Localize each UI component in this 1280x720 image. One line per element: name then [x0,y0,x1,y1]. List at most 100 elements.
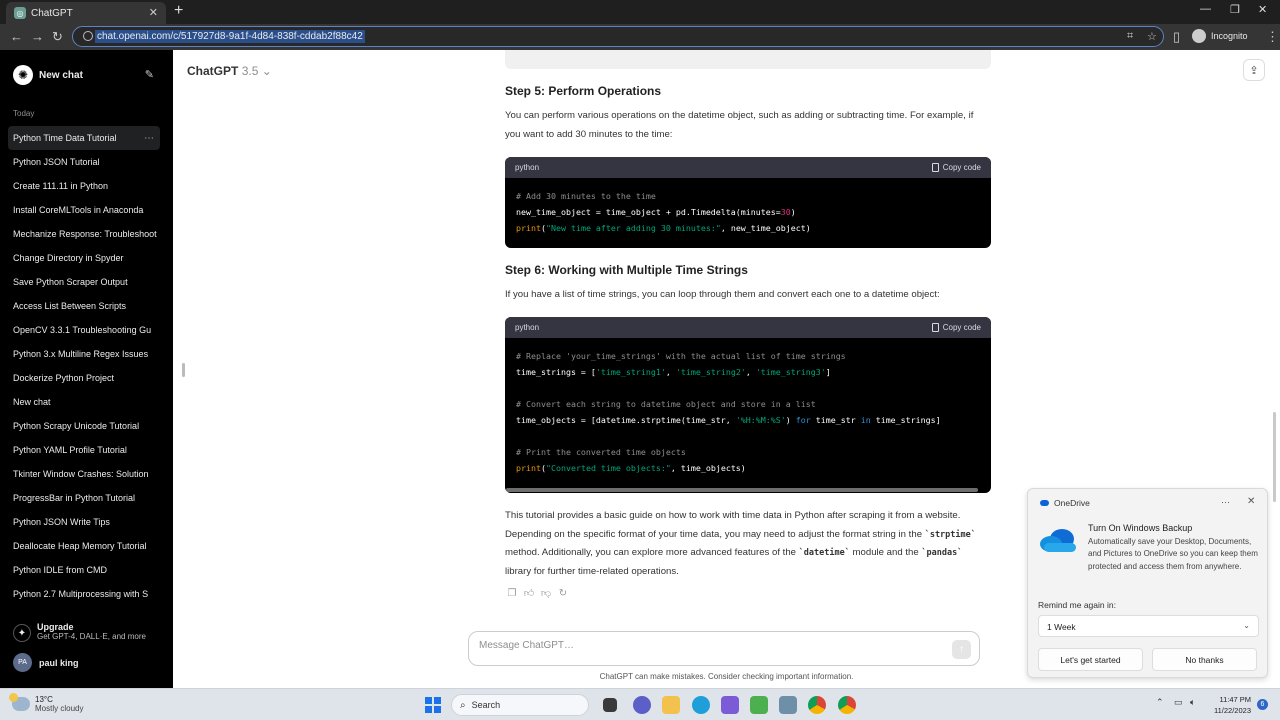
start-button[interactable] [425,697,441,713]
history-item[interactable]: ProgressBar in Python Tutorial [8,486,160,510]
upgrade-title: Upgrade [37,622,74,632]
sidebar-toggle-handle[interactable] [182,363,185,377]
thumbs-up-icon[interactable]: 👍︎ [524,588,534,599]
history-item[interactable]: Deallocate Heap Memory Tutorial [8,534,160,558]
history-item[interactable]: Python JSON Tutorial [8,150,160,174]
address-bar[interactable]: chat.openai.com/c/517927d8-9a1f-4d84-838… [72,26,1164,47]
previous-code-block-end [505,50,991,69]
back-icon[interactable]: ← [10,29,23,44]
url-text[interactable]: chat.openai.com/c/517927d8-9a1f-4d84-838… [95,30,365,43]
regenerate-icon[interactable]: ↻ [558,588,568,599]
new-tab-icon[interactable]: + [174,2,183,20]
step5-text: You can perform various operations on th… [505,110,974,140]
task-view-icon[interactable] [603,698,617,712]
site-info-icon[interactable] [83,31,93,41]
chat-app-icon[interactable] [633,696,651,714]
windows-taskbar: 13°C Mostly cloudy ⌕ Search ⌃ ▭ 🔈︎ 11:47 … [0,688,1280,720]
photos-icon[interactable] [779,696,797,714]
send-button[interactable]: ↑ [952,640,971,659]
file-explorer-icon[interactable] [662,696,680,714]
chrome-icon[interactable] [808,696,826,714]
clock-date: 11/22/2023 [1214,706,1251,715]
history-item[interactable]: Access List Between Scripts [8,294,160,318]
step6-heading: Step 6: Working with Multiple Time Strin… [505,263,748,277]
notification-badge[interactable]: 6 [1257,699,1268,710]
close-tab-icon[interactable]: ✕ [149,6,158,19]
share-button[interactable]: ⇪ [1243,59,1265,81]
incognito-badge[interactable]: Incognito [1192,29,1248,43]
history-item[interactable]: Python YAML Profile Tutorial [8,438,160,462]
history-item[interactable]: Install CoreMLTools in Anaconda [8,198,160,222]
message-input[interactable] [479,640,939,651]
minimize-icon[interactable]: — [1200,3,1211,15]
arrow-up-icon: ↑ [959,644,964,655]
copy-code-button[interactable]: Copy code [931,163,981,172]
close-window-icon[interactable]: ✕ [1258,3,1267,16]
incognito-label: Incognito [1211,31,1248,41]
network-icon[interactable]: ▭ [1174,697,1183,708]
history-item[interactable]: Python 2.7 Multiprocessing with S [8,582,160,606]
history-item[interactable]: Python JSON Write Tips [8,510,160,534]
browser-tab[interactable]: ◎ ChatGPT ✕ [6,2,166,24]
onedrive-notification: OneDrive ⋯ ✕ Turn On Windows Backup Auto… [1027,488,1268,678]
history-item[interactable]: Python IDLE from CMD [8,558,160,582]
openai-logo-icon: ✺ [13,65,33,85]
onedrive-small-icon [1040,500,1049,506]
upgrade-subtitle: Get GPT-4, DALL·E, and more [37,632,146,641]
side-panel-icon[interactable]: ▯ [1173,29,1180,45]
taskbar-search[interactable]: ⌕ Search [451,694,589,716]
history-item[interactable]: Python Time Data Tutorial ⋯ [8,126,160,150]
remind-select[interactable]: 1 Week ⌄ [1038,615,1259,637]
onedrive-cloud-icon [1040,529,1076,552]
notepad-icon[interactable] [750,696,768,714]
clipboard-icon [931,323,939,332]
thumbs-down-icon[interactable]: 👎︎ [541,588,551,599]
upgrade-button[interactable]: ✦ Upgrade Get GPT-4, DALL·E, and more [13,622,146,642]
edit-icon[interactable]: ✎ [145,68,154,81]
volume-icon[interactable]: 🔈︎ [1190,697,1195,708]
history-item[interactable]: Save Python Scraper Output [8,270,160,294]
history-item[interactable]: New chat [8,390,160,414]
history-item[interactable]: Dockerize Python Project [8,366,160,390]
step6-text: If you have a list of time strings, you … [505,289,940,300]
history-item[interactable]: Python 3.x Multiline Regex Issues [8,342,160,366]
history-item[interactable]: Python Scrapy Unicode Tutorial [8,414,160,438]
incognito-eye-icon[interactable]: ⌗ [1127,30,1133,43]
chevron-up-icon[interactable]: ⌃ [1156,697,1164,708]
browser-menu-icon[interactable]: ⋮ [1266,29,1279,45]
copy-code-button[interactable]: Copy code [931,323,981,332]
toast-app: OneDrive [1040,498,1090,508]
user-name: paul king [39,657,79,668]
model-selector[interactable]: ChatGPT 3.5 ⌄ [187,64,272,78]
incognito-avatar-icon [1192,29,1206,43]
user-menu[interactable]: PA paul king [13,653,79,672]
browser-toolbar: ← → ↻ chat.openai.com/c/517927d8-9a1f-4d… [0,24,1280,50]
summary-text: This tutorial provides a basic guide on … [505,510,976,577]
forward-icon[interactable]: → [31,29,44,44]
history-item[interactable]: Change Directory in Spyder [8,246,160,270]
chrome-incognito-icon[interactable] [838,696,856,714]
history-item[interactable]: Tkinter Window Crashes: Solution [8,462,160,486]
app-icon[interactable] [721,696,739,714]
no-thanks-button[interactable]: No thanks [1152,648,1257,671]
new-chat-button[interactable]: ✺ New chat ✎ [8,62,160,88]
history-item[interactable]: Create 111.11 in Python [8,174,160,198]
close-icon[interactable]: ✕ [1247,496,1255,507]
lets-get-started-button[interactable]: Let's get started [1038,648,1143,671]
more-options-icon[interactable]: ⋯ [144,133,154,144]
more-options-icon[interactable]: ⋯ [1221,497,1230,508]
chatgpt-favicon-icon: ◎ [14,7,26,19]
reload-icon[interactable]: ↻ [52,29,63,45]
history-item[interactable]: OpenCV 3.3.1 Troubleshooting Gu [8,318,160,342]
copy-icon[interactable]: ❐ [507,588,517,599]
page-scrollbar[interactable] [1273,412,1276,502]
code-block-1: python Copy code # Add 30 minutes to the… [505,157,991,248]
bookmark-star-icon[interactable]: ☆ [1147,30,1157,43]
message-composer: ↑ [468,631,980,666]
code-horizontal-scrollbar[interactable] [506,488,978,492]
system-clock[interactable]: 11:47 PM 11/22/2023 [1209,694,1251,716]
history-item[interactable]: Mechanize Response: Troubleshoot [8,222,160,246]
weather-widget[interactable]: 13°C Mostly cloudy [9,693,83,713]
edge-icon[interactable] [692,696,710,714]
maximize-icon[interactable]: ❐ [1230,3,1240,16]
